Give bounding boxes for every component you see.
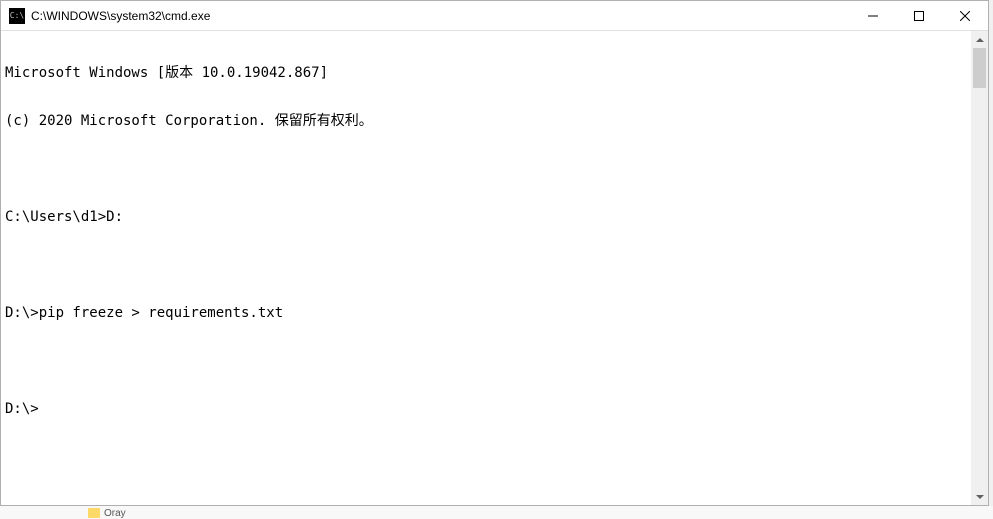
- maximize-icon: [914, 11, 924, 21]
- maximize-button[interactable]: [896, 1, 942, 30]
- minimize-icon: [868, 11, 878, 21]
- scrollbar-down-arrow[interactable]: [971, 488, 988, 505]
- terminal-line: C:\Users\d1>D:: [5, 209, 967, 225]
- scrollbar[interactable]: [971, 31, 988, 505]
- close-icon: [960, 11, 970, 21]
- terminal-body: Microsoft Windows [版本 10.0.19042.867] (c…: [1, 31, 988, 505]
- scrollbar-track[interactable]: [971, 48, 988, 488]
- chevron-up-icon: [976, 38, 984, 42]
- cmd-window: C:\ C:\WINDOWS\system32\cmd.exe: [0, 0, 989, 506]
- chevron-down-icon: [976, 495, 984, 499]
- terminal-line: (c) 2020 Microsoft Corporation. 保留所有权利。: [5, 113, 967, 129]
- terminal-line: [5, 161, 967, 177]
- terminal-content[interactable]: Microsoft Windows [版本 10.0.19042.867] (c…: [1, 31, 971, 505]
- terminal-line: [5, 257, 967, 273]
- scrollbar-thumb[interactable]: [973, 48, 986, 88]
- terminal-line: D:\>pip freeze > requirements.txt: [5, 305, 967, 321]
- scrollbar-up-arrow[interactable]: [971, 31, 988, 48]
- minimize-button[interactable]: [850, 1, 896, 30]
- terminal-line-prompt: D:\>: [5, 401, 967, 417]
- taskbar-fragment: Oray: [0, 506, 993, 519]
- titlebar[interactable]: C:\ C:\WINDOWS\system32\cmd.exe: [1, 1, 988, 31]
- terminal-line: [5, 353, 967, 369]
- terminal-line: Microsoft Windows [版本 10.0.19042.867]: [5, 65, 967, 81]
- window-title: C:\WINDOWS\system32\cmd.exe: [31, 9, 850, 23]
- folder-icon: [88, 508, 100, 518]
- close-button[interactable]: [942, 1, 988, 30]
- folder-label: Oray: [104, 508, 126, 519]
- cmd-icon: C:\: [9, 8, 25, 24]
- window-controls: [850, 1, 988, 30]
